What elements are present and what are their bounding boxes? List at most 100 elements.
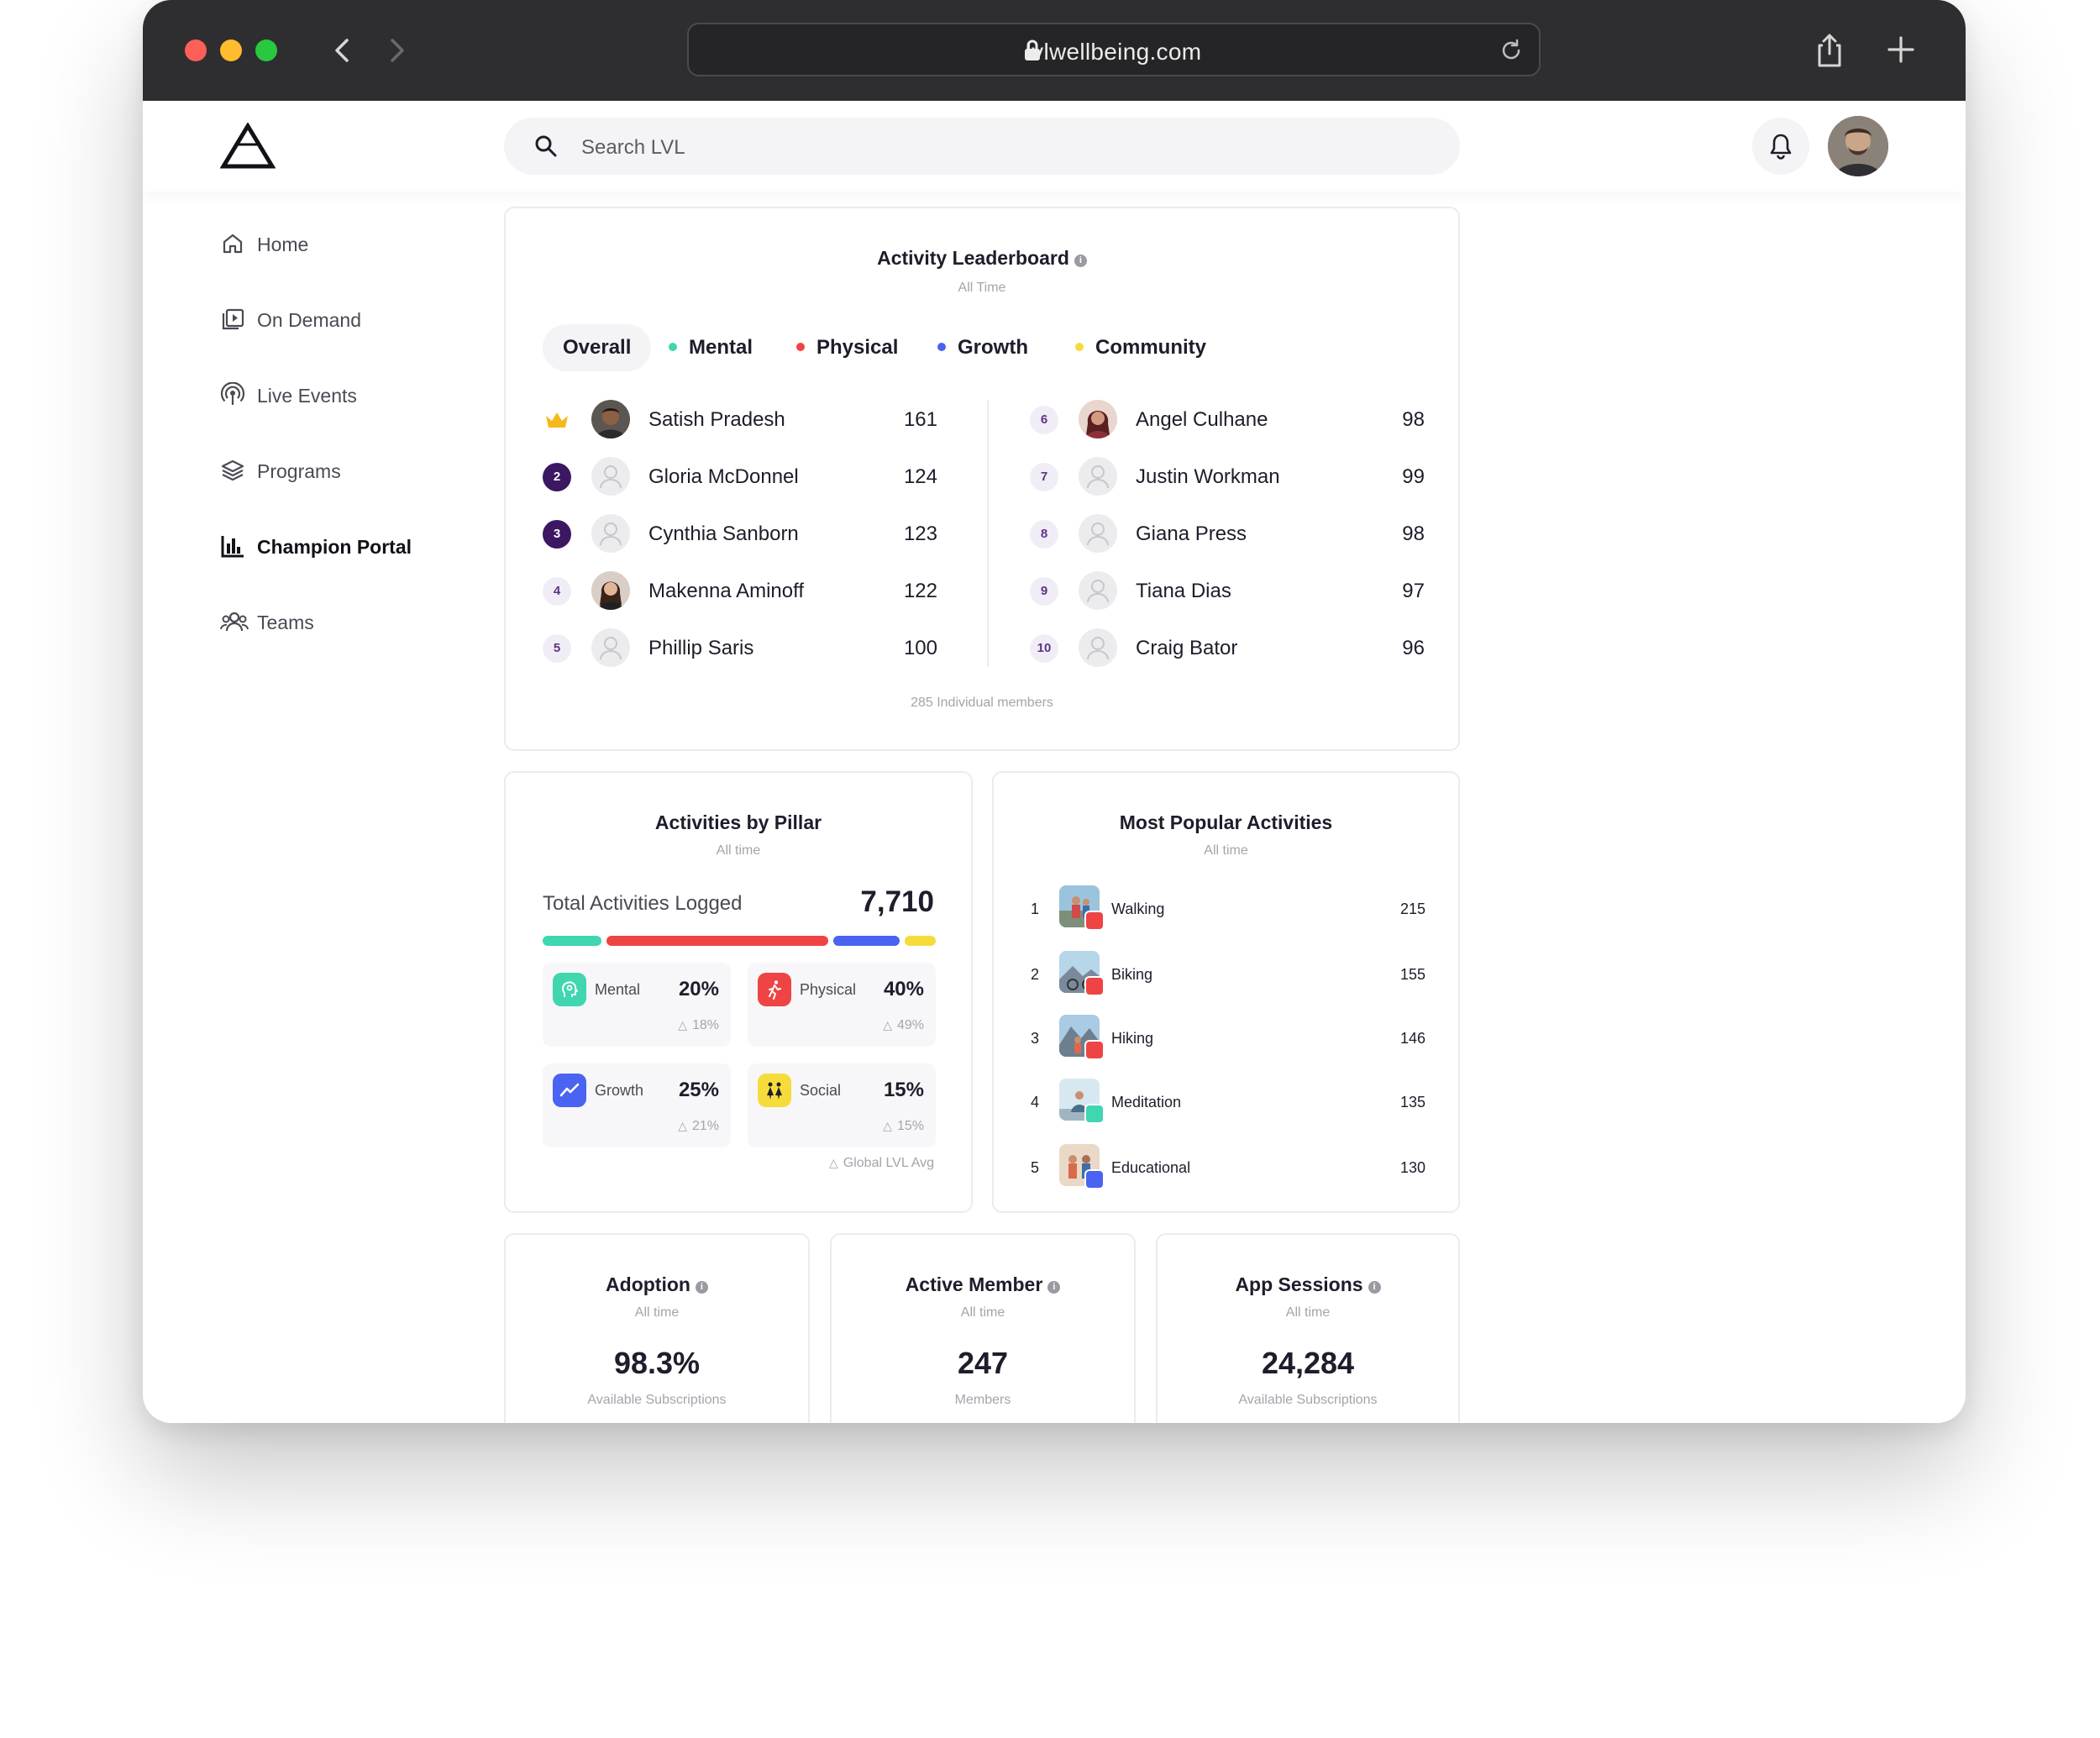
community-dot-icon [1075,343,1084,351]
member-score: 100 [903,637,937,659]
leaderboard-row[interactable]: 6 Angel Culhane 98 [1030,396,1425,438]
member-name: Satish Pradesh [648,408,785,431]
leaderboard-row[interactable]: 4 Makenna Aminoff 122 [543,568,937,610]
sidebar-item-label: Live Events [257,385,357,407]
pillar-label: Physical [800,981,857,998]
member-name: Cynthia Sanborn [648,522,799,545]
default-avatar-icon [591,457,630,496]
pillar-label: Social [800,1082,842,1099]
minimize-window-button[interactable] [220,39,242,61]
member-name: Angel Culhane [1136,408,1268,431]
list-item[interactable]: 2 Biking 155 [1031,951,1425,1001]
bar-segment-growth [833,936,900,946]
tab-overall[interactable]: Overall [543,324,652,371]
member-score: 123 [903,522,937,545]
lvl-logo-icon[interactable] [220,123,276,170]
list-item[interactable]: 5 Educational 130 [1031,1144,1425,1195]
list-item[interactable]: 4 Meditation 135 [1031,1079,1425,1129]
pillar-subtitle: All time [716,843,761,858]
rank-badge: 3 [543,520,571,549]
member-name: Craig Bator [1136,637,1238,659]
people-icon [220,612,249,632]
tab-growth[interactable]: Growth [937,324,1028,371]
leaderboard-row[interactable]: 5 Phillip Saris 100 [543,625,937,667]
default-avatar-icon [1079,628,1117,667]
home-icon [223,234,243,254]
sidebar-item-label: Programs [257,460,341,482]
bar-segment-physical [606,936,828,946]
rank-badge: 10 [1030,634,1058,663]
forward-arrow-icon[interactable] [380,34,413,67]
tab-community[interactable]: Community [1075,324,1206,371]
user-avatar[interactable] [1828,116,1888,176]
activity-count: 146 [1399,1030,1425,1047]
browser-window: lvlwellbeing.com Search LVL Home On Dema… [143,0,1966,1423]
list-item[interactable]: 1 Walking 215 [1031,885,1425,936]
list-item[interactable]: 3 Hiking 146 [1031,1015,1425,1065]
play-library-icon [222,308,244,330]
member-name: Justin Workman [1136,465,1280,488]
activity-count: 215 [1399,901,1425,917]
pillar-percent: 15% [883,1079,924,1101]
leaderboard-row[interactable]: 2 Gloria McDonnel 124 [543,454,937,496]
pillar-growth[interactable]: Growth 25% △ 21% [543,1063,731,1147]
sidebar-item-champion-portal[interactable]: Champion Portal [220,529,472,563]
default-avatar-icon [1079,571,1117,610]
back-arrow-icon[interactable] [326,34,360,67]
tab-physical[interactable]: Physical [796,324,898,371]
notifications-button[interactable] [1752,118,1809,175]
pillar-label: Growth [595,1082,644,1099]
mental-head-icon [1084,1104,1105,1124]
member-name: Giana Press [1136,522,1247,545]
avatar [1079,400,1117,438]
sidebar-item-live-events[interactable]: Live Events [220,378,472,412]
search-input[interactable]: Search LVL [581,136,685,160]
triangle-icon: △ [828,1156,838,1169]
leaderboard-row[interactable]: 9 Tiana Dias 97 [1030,568,1425,610]
rank-badge: 2 [543,463,571,491]
activity-rank: 2 [1031,966,1040,983]
activity-rank: 1 [1031,901,1040,917]
info-icon[interactable]: i [1074,255,1087,267]
sidebar-item-home[interactable]: Home [220,227,472,260]
new-tab-plus-icon[interactable] [1887,35,1915,64]
leaderboard-row[interactable]: 7 Justin Workman 99 [1030,454,1425,496]
maximize-window-button[interactable] [255,39,277,61]
pillar-social[interactable]: Social 15% △ 15% [748,1063,936,1147]
browser-toolbar: lvlwellbeing.com [143,0,1966,101]
reload-icon[interactable] [1499,38,1524,63]
member-name: Makenna Aminoff [648,580,805,602]
close-window-button[interactable] [185,39,207,61]
leaderboard-row[interactable]: Satish Pradesh 161 [543,396,937,438]
popular-title: Most Popular Activities [1119,811,1333,833]
crown-icon [543,406,571,434]
leaderboard-row[interactable]: 10 Craig Bator 96 [1030,625,1425,667]
member-score: 97 [1402,580,1425,602]
sidebar-item-programs[interactable]: Programs [220,454,472,487]
pillar-global-avg: △ 21% [678,1119,719,1133]
sidebar-item-teams[interactable]: Teams [220,605,472,638]
pillar-physical[interactable]: Physical 40% △ 49% [748,963,936,1047]
broadcast-icon [220,382,245,405]
leaderboard-row[interactable]: 3 Cynthia Sanborn 123 [543,511,937,553]
pillar-global-avg: △ 15% [883,1119,924,1133]
activity-name: Educational [1111,1159,1191,1176]
sidebar-item-on-demand[interactable]: On Demand [220,302,472,336]
rank-badge: 6 [1030,406,1058,434]
info-icon[interactable]: i [1368,1281,1381,1294]
info-icon[interactable]: i [1047,1281,1061,1294]
pillar-global-avg: △ 18% [678,1018,719,1032]
tab-mental[interactable]: Mental [669,324,753,371]
address-bar[interactable]: lvlwellbeing.com [687,23,1541,76]
search-bar[interactable]: Search LVL [504,118,1460,175]
url-text: lvlwellbeing.com [1026,39,1202,65]
info-icon[interactable]: i [695,1281,708,1294]
trend-up-icon [1084,1169,1105,1189]
share-icon[interactable] [1813,32,1846,69]
running-icon [1084,911,1105,931]
stat-value: 24,284 [1261,1346,1355,1380]
triangle-icon: △ [883,1018,892,1032]
leaderboard-row[interactable]: 8 Giana Press 98 [1030,511,1425,553]
pillar-mental[interactable]: Mental 20% △ 18% [543,963,731,1047]
member-name: Phillip Saris [648,637,754,659]
